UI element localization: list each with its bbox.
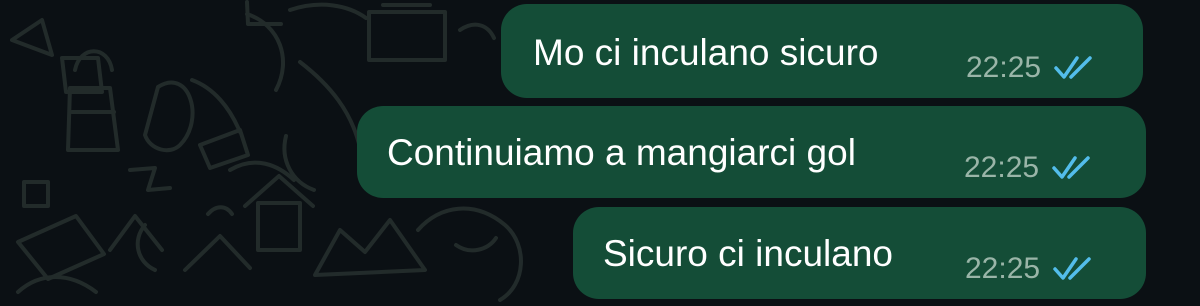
message-meta: 22:25 — [964, 150, 1093, 186]
outgoing-message-bubble[interactable]: Mo ci inculano sicuro 22:25 — [501, 4, 1143, 98]
message-text: Sicuro ci inculano — [603, 233, 893, 274]
message-text: Continuiamo a mangiarci gol — [387, 132, 856, 173]
message-time: 22:25 — [964, 151, 1040, 184]
double-check-read-icon — [1054, 56, 1092, 79]
double-check-read-icon — [1052, 156, 1090, 179]
message-meta: 22:25 — [965, 251, 1094, 287]
chat-view[interactable]: Mo ci inculano sicuro 22:25 Continuiamo … — [0, 0, 1200, 306]
message-time: 22:25 — [966, 51, 1042, 84]
message-meta: 22:25 — [966, 50, 1095, 86]
double-check-read-icon — [1053, 257, 1091, 280]
outgoing-message-bubble[interactable]: Continuiamo a mangiarci gol 22:25 — [357, 106, 1146, 198]
outgoing-message-bubble[interactable]: Sicuro ci inculano 22:25 — [573, 207, 1146, 299]
message-time: 22:25 — [965, 252, 1041, 285]
message-text: Mo ci inculano sicuro — [533, 32, 879, 73]
